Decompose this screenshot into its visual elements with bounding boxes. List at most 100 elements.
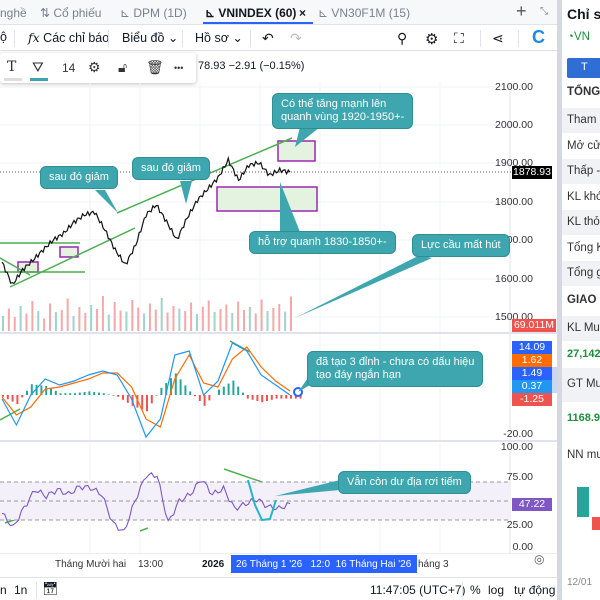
panel-button[interactable]: T xyxy=(567,58,600,78)
macd-histogram-bar xyxy=(194,395,196,397)
percent-toggle[interactable]: % xyxy=(470,583,481,597)
volume-bar xyxy=(131,300,134,331)
annotation-callout[interactable]: đã tạo 3 đỉnh - chưa có dấu hiệu tạo đáy … xyxy=(307,351,484,387)
volume-bar xyxy=(90,305,93,331)
macd-histogram-bar xyxy=(98,392,100,395)
auto-scale-toggle[interactable]: tự động xyxy=(514,583,555,597)
annotation-callout[interactable]: Có thể tăng mạnh lên quanh vùng 1920-1950… xyxy=(272,93,414,129)
rsi-tick: 25.00 xyxy=(506,519,533,531)
macd-histogram-bar xyxy=(208,395,211,401)
macd-histogram-bar xyxy=(26,390,28,395)
macd-histogram-bar xyxy=(78,392,81,395)
buy-value-label: GT Mua xyxy=(567,378,600,390)
volume-bar xyxy=(84,313,87,331)
price-tick: 1600.00 xyxy=(495,273,533,285)
volume-bar xyxy=(242,310,245,331)
macd-histogram-bar xyxy=(141,395,144,410)
bottom-bar: n 1n 📅︎ 11:47:05 (UTC+7) % log tự động xyxy=(0,577,557,600)
macd-histogram-bar xyxy=(232,380,235,395)
annotation-callout[interactable]: Lực cầu mất hút xyxy=(412,234,510,257)
macd-tag: 1.49 xyxy=(512,367,552,380)
macd-histogram-bar xyxy=(280,395,283,399)
symbol-label[interactable]: ◔VN xyxy=(567,31,590,43)
rsi-tag: 47.22 xyxy=(512,498,552,511)
index-info-panel: Chỉ số ◔VN T TỔNG Tham c Mở cửa Thấp - K… xyxy=(557,0,600,600)
macd-histogram-bar xyxy=(266,395,268,401)
volume-bar xyxy=(260,299,263,331)
macd-histogram-bar xyxy=(59,393,62,395)
macd-histogram-bar xyxy=(93,392,96,395)
macd-histogram-bar xyxy=(102,393,105,395)
macd-histogram-bar xyxy=(261,395,264,403)
macd-histogram-bar xyxy=(112,395,115,396)
volume-bar xyxy=(207,300,210,331)
macd-tick: -20.00 xyxy=(503,428,533,440)
range-button[interactable]: 1n xyxy=(14,583,27,597)
volume-bar xyxy=(290,296,292,331)
volume-bar xyxy=(254,313,257,331)
volume-bar xyxy=(66,298,69,331)
time-tick: 13:00 xyxy=(138,559,164,570)
macd-histogram-bar xyxy=(122,395,124,400)
macd-histogram-bar xyxy=(270,395,273,400)
macd-histogram-bar xyxy=(246,395,249,399)
trendline xyxy=(223,468,263,483)
macd-histogram-bar xyxy=(69,393,72,395)
volume-bar xyxy=(72,316,75,331)
calendar-icon[interactable]: 📅︎ xyxy=(42,581,59,597)
info-row-label: Tổng g xyxy=(567,267,600,279)
annotation-callout[interactable]: sau đó giảm xyxy=(40,166,118,189)
price-tick: 2100.00 xyxy=(495,81,533,93)
volume-bar xyxy=(96,309,99,331)
annotation-callout[interactable]: sau đó giảm xyxy=(132,157,210,180)
time-tick: háng 3 xyxy=(418,559,449,570)
volume-bar xyxy=(160,298,163,331)
macd-histogram-bar xyxy=(179,379,182,395)
foreign-sell-bar xyxy=(592,517,600,530)
volume-bar xyxy=(119,310,122,331)
volume-bar xyxy=(43,318,46,331)
volume-bar xyxy=(143,313,146,331)
volume-bar xyxy=(272,308,275,331)
macd-histogram-bar xyxy=(242,392,244,395)
chart-canvas[interactable] xyxy=(0,0,557,577)
volume-bar xyxy=(178,308,181,331)
volume-bar xyxy=(19,306,22,331)
macd-histogram-bar xyxy=(256,395,259,401)
volume-bar xyxy=(60,310,63,331)
info-row-label: KL khớ xyxy=(567,191,600,203)
info-row-label: KL thỏa xyxy=(567,216,600,228)
volume-bar xyxy=(278,304,281,331)
buy-volume-label: KL Mua xyxy=(567,322,600,334)
price-tick: 1800.00 xyxy=(495,196,533,208)
price-axis[interactable]: 2100.00 2000.00 1900.00 1800.00 1700.00 … xyxy=(480,0,555,577)
macd-histogram-bar xyxy=(290,395,292,399)
macd-histogram-bar xyxy=(275,395,278,399)
macd-histogram-bar xyxy=(11,395,14,402)
volume-bar xyxy=(2,316,4,331)
macd-histogram-bar xyxy=(150,395,153,404)
macd-histogram-bar xyxy=(251,395,254,400)
volume-bar xyxy=(78,307,81,331)
volume-bar xyxy=(184,311,187,331)
callout-tail xyxy=(295,255,432,318)
volume-bar xyxy=(237,301,240,331)
annotation-callout[interactable]: Vẫn còn dư địa rơi tiếm xyxy=(338,471,471,494)
annotation-callout[interactable]: hỗ trợ quanh 1830-1850+- xyxy=(249,231,396,254)
range-button[interactable]: n xyxy=(0,583,7,597)
volume-bar xyxy=(219,309,222,331)
time-tick: 2026 xyxy=(202,559,225,570)
macd-histogram-bar xyxy=(146,395,148,412)
log-toggle[interactable]: log xyxy=(488,583,504,597)
volume-bar xyxy=(195,314,198,331)
support-zone-box xyxy=(216,186,318,212)
foreign-buy-bar xyxy=(577,487,589,517)
macd-histogram-bar xyxy=(227,383,230,395)
volume-bar xyxy=(266,311,269,331)
macd-tag: 14.09 xyxy=(512,341,552,354)
macd-histogram-bar xyxy=(107,394,110,395)
time-axis[interactable]: Tháng Mười hai 13:00 2026 26 Tháng 1 '26… xyxy=(0,553,557,575)
macd-histogram-bar xyxy=(16,395,19,404)
histogram-tag: -1.25 xyxy=(512,393,552,406)
macd-histogram-bar xyxy=(74,393,76,395)
